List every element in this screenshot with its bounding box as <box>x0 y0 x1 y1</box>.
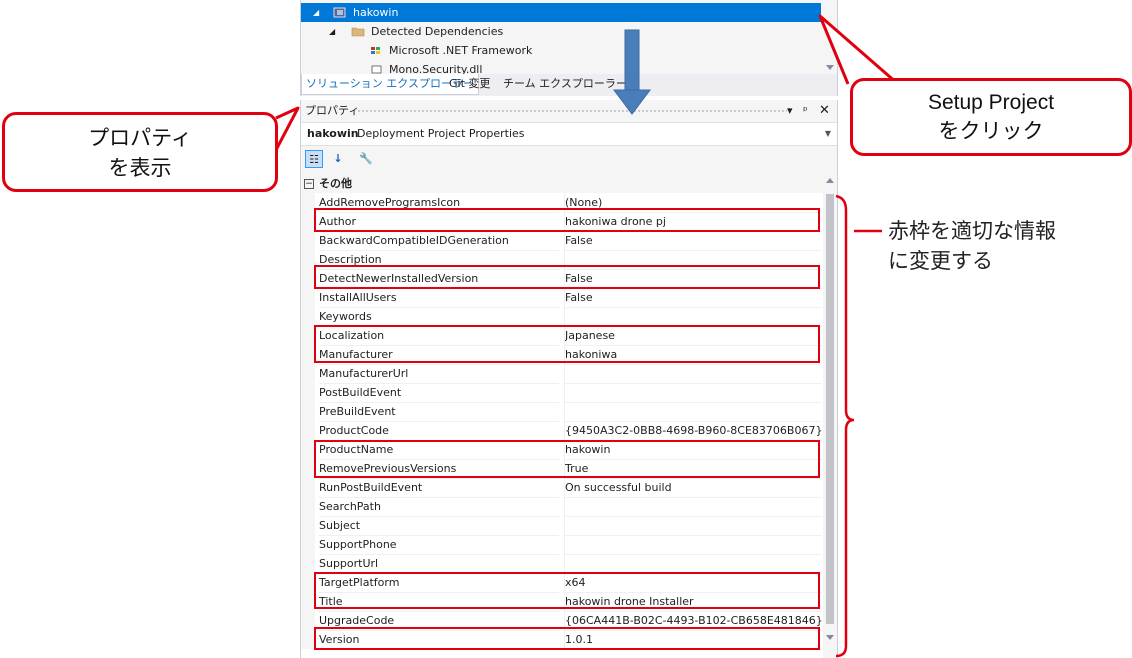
callout-show-properties: プロパティ を表示 <box>2 112 278 192</box>
callout-text: プロパティ <box>88 126 192 150</box>
callout-text: をクリック <box>938 119 1044 143</box>
note-text: に変更する <box>888 249 993 273</box>
callout-click-setup-project: Setup Project をクリック <box>850 78 1132 156</box>
note-text: 赤枠を適切な情報 <box>888 219 1056 243</box>
note-change-info: 赤枠を適切な情報 に変更する <box>888 216 1056 276</box>
callout-text: Setup Project <box>927 91 1055 114</box>
callout-text: を表示 <box>108 156 172 180</box>
